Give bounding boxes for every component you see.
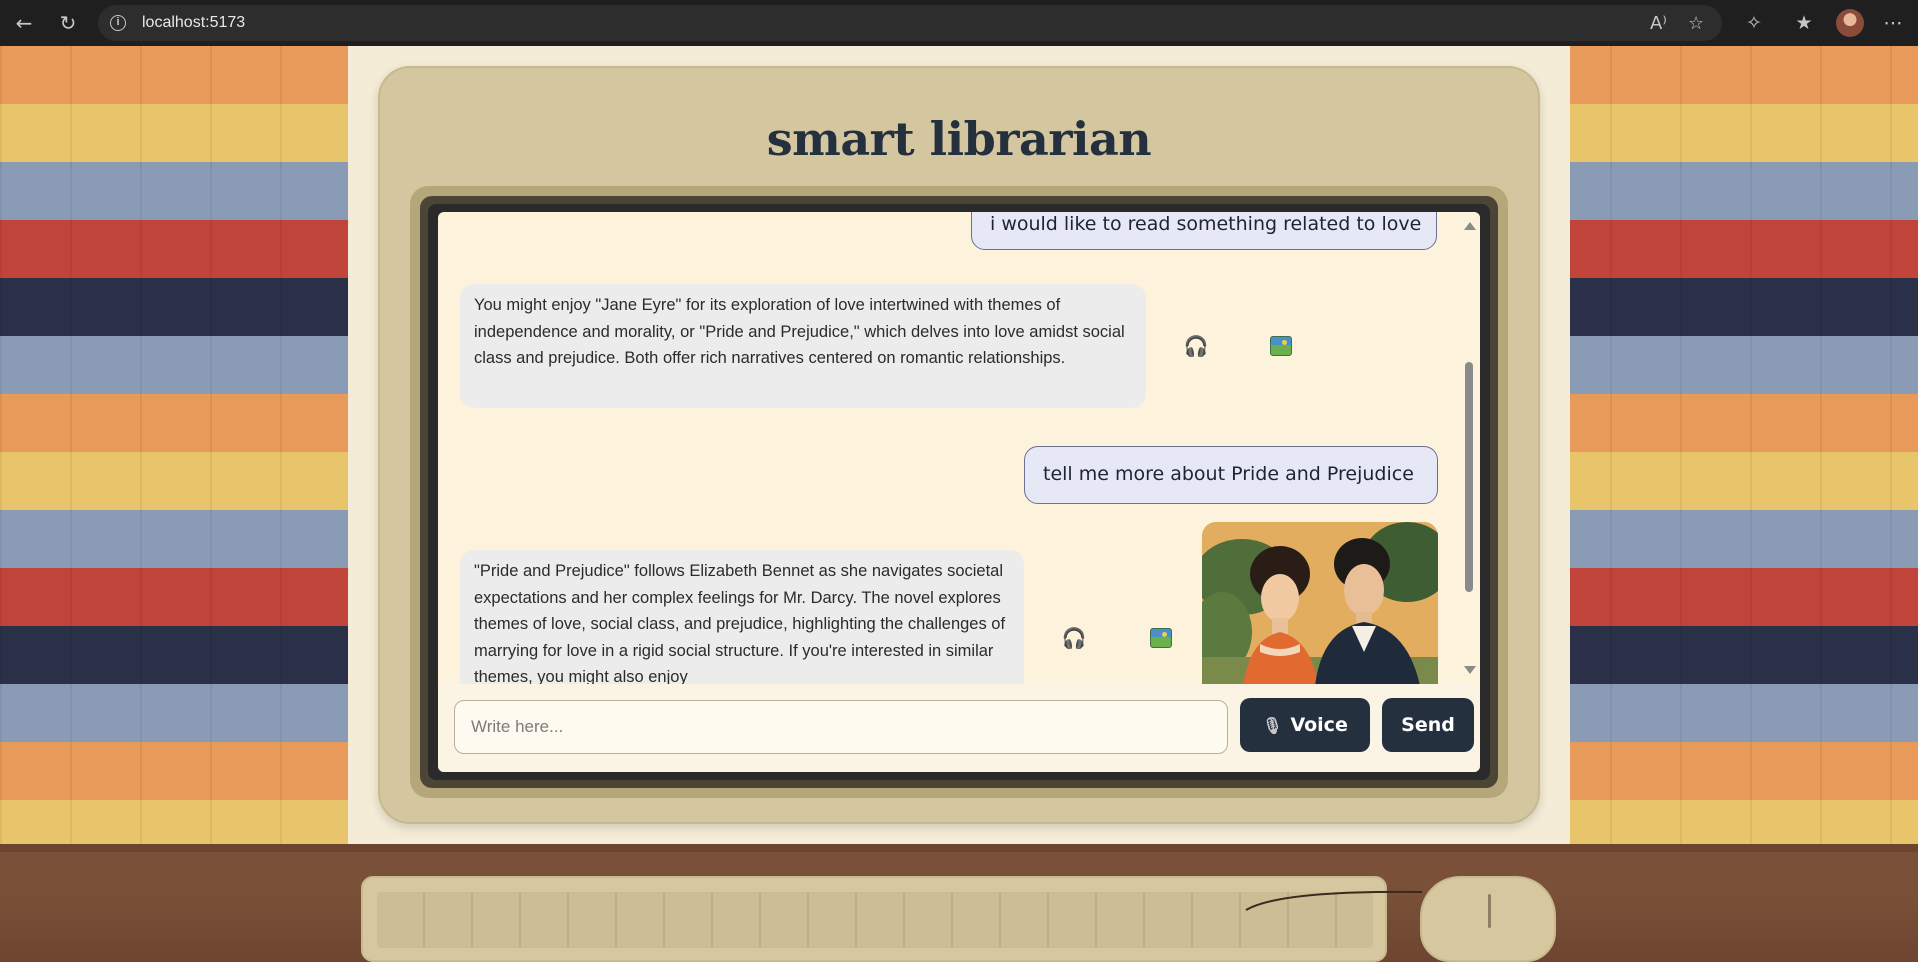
scrollbar-thumb[interactable] (1465, 362, 1473, 592)
headphones-icon[interactable]: 🎧 (1182, 334, 1210, 358)
extensions-icon[interactable]: ✧ (1741, 11, 1767, 35)
mouse-decoration (1420, 876, 1556, 962)
scroll-down-arrow-icon[interactable] (1464, 666, 1476, 674)
monitor-frame: smart librarian i would like to read som… (378, 66, 1540, 824)
site-info-icon[interactable]: i (110, 15, 126, 31)
more-icon[interactable]: ⋯ (1880, 11, 1906, 35)
keyboard-keys (377, 892, 1373, 948)
voice-button[interactable]: 🎙 Voice (1240, 698, 1370, 752)
send-button[interactable]: Send (1382, 698, 1474, 752)
message-input[interactable] (454, 700, 1228, 754)
chat-screen: i would like to read something related t… (438, 212, 1480, 772)
voice-button-label: Voice (1290, 714, 1348, 736)
image-icon[interactable] (1150, 628, 1172, 648)
reload-icon[interactable]: ↻ (56, 11, 80, 35)
favorites-icon[interactable]: ★ (1791, 11, 1817, 35)
microphone-icon: 🎙 (1262, 716, 1283, 735)
read-aloud-icon[interactable]: A⁾ (1650, 14, 1667, 34)
headphones-icon[interactable]: 🎧 (1060, 626, 1088, 650)
desk (0, 844, 1918, 962)
url-text[interactable]: localhost:5173 (142, 14, 245, 32)
address-bar[interactable]: i localhost:5173 A⁾ ☆ (98, 5, 1722, 41)
book-illustration-image (1202, 522, 1438, 684)
user-message: tell me more about Pride and Prejudice (1024, 446, 1438, 504)
monitor-bezel-inner: i would like to read something related t… (428, 204, 1490, 780)
chat-messages[interactable]: i would like to read something related t… (438, 212, 1480, 684)
mouse-wheel (1488, 894, 1491, 928)
scroll-up-arrow-icon[interactable] (1464, 222, 1476, 230)
back-arrow-icon[interactable]: ← (12, 11, 36, 35)
assistant-message: You might enjoy "Jane Eyre" for its expl… (460, 284, 1146, 408)
favorite-star-icon[interactable]: ☆ (1688, 14, 1704, 34)
assistant-message: "Pride and Prejudice" follows Elizabeth … (460, 550, 1024, 684)
monitor-bezel-dark: i would like to read something related t… (420, 196, 1498, 788)
illustration-art (1202, 522, 1438, 684)
composer: 🎙 Voice Send (438, 684, 1480, 772)
user-message: i would like to read something related t… (971, 212, 1437, 250)
keyboard-decoration (361, 876, 1387, 962)
mouse-cable (1245, 890, 1423, 911)
chat-scrollbar[interactable] (1458, 212, 1480, 684)
monitor-bezel: i would like to read something related t… (410, 186, 1508, 798)
image-icon[interactable] (1270, 336, 1292, 356)
browser-toolbar: ← ↻ i localhost:5173 A⁾ ☆ ✧ ★ ⋯ (0, 0, 1918, 46)
page-title: smart librarian (766, 112, 1152, 166)
profile-avatar[interactable] (1836, 9, 1864, 37)
